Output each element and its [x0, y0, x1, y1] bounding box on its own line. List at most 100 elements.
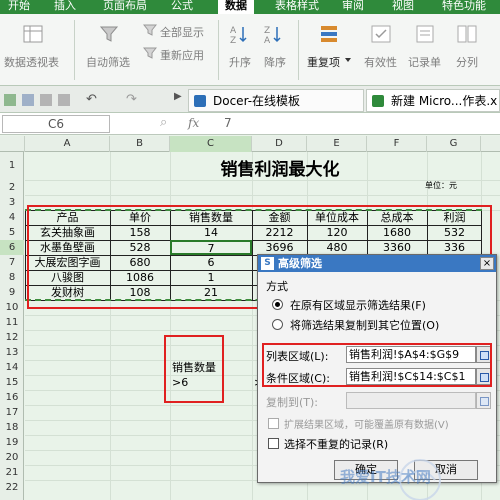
doc-tab-label: Docer-在线模板 [213, 94, 301, 108]
doc-tab-workbook[interactable]: 新建 Micro...作表.x [366, 89, 500, 112]
sort-ascending-button[interactable]: 升序 [229, 54, 251, 70]
row-header-9[interactable]: 9 [0, 285, 24, 300]
print-preview-icon[interactable] [58, 94, 70, 106]
sort-descending-icon: Z A [264, 26, 281, 44]
radio-in-place-label[interactable]: 在原有区域显示筛选结果(F) [290, 297, 426, 313]
select-all-corner[interactable] [0, 136, 25, 152]
reapply-button[interactable]: 重新应用 [160, 47, 204, 63]
highlight-criteria-range [164, 335, 224, 403]
row-header-1[interactable]: 1 [0, 152, 24, 180]
column-header-c[interactable]: C [170, 136, 252, 152]
svg-text:A: A [264, 36, 271, 44]
column-header-b[interactable]: B [110, 136, 170, 152]
row-header-2[interactable]: 2 [0, 180, 24, 195]
doc-tab-docer[interactable]: Docer-在线模板 [188, 89, 364, 112]
tab-special[interactable]: 特色功能 [434, 0, 494, 14]
expand-results-checkbox[interactable] [268, 418, 279, 429]
sheet-title: 销售利润最大化 [220, 160, 340, 180]
column-header-e[interactable]: E [307, 136, 367, 152]
validity-button[interactable]: 有效性 [364, 54, 397, 70]
separator [74, 20, 75, 80]
row-header-10[interactable]: 10 [0, 300, 24, 315]
undo-icon[interactable]: ↶ [86, 92, 97, 107]
tab-view[interactable]: 视图 [386, 0, 420, 14]
close-icon[interactable]: × [480, 257, 494, 270]
tab-page-layout[interactable]: 页面布局 [96, 0, 154, 14]
row-header-14[interactable]: 14 [0, 360, 24, 375]
tab-insert[interactable]: 插入 [48, 0, 82, 14]
row-header-19[interactable]: 19 [0, 435, 24, 450]
advanced-filter-dialog: 高级筛选 S × 方式 在原有区域显示筛选结果(F) 将筛选结果复制到其它位置(… [257, 254, 497, 483]
row-header-3[interactable]: 3 [0, 195, 24, 210]
row-header-4[interactable]: 4 [0, 210, 24, 225]
ribbon-tabs: 开始 插入 页面布局 公式 数据 表格样式 审阅 视图 特色功能 [0, 0, 500, 14]
row-header-7[interactable]: 7 [0, 255, 24, 270]
site-watermark-logo: 我爱IT技术网 [340, 459, 441, 500]
show-all-button[interactable]: 全部显示 [160, 24, 204, 40]
formula-input[interactable]: 7 [224, 116, 232, 130]
sort-descending-button[interactable]: 降序 [264, 54, 286, 70]
tab-review[interactable]: 审阅 [336, 0, 370, 14]
row-header-20[interactable]: 20 [0, 450, 24, 465]
column-headers: A B C D E F G [0, 136, 500, 152]
row-header-18[interactable]: 18 [0, 420, 24, 435]
spreadsheet-icon [372, 95, 384, 107]
gridline [25, 195, 500, 196]
dialog-title: 高级筛选 [278, 257, 322, 270]
tab-home[interactable]: 开始 [2, 0, 36, 14]
copy-to-input[interactable] [346, 392, 476, 409]
separator [298, 20, 299, 80]
radio-in-place[interactable] [272, 299, 283, 310]
print-icon[interactable] [40, 94, 52, 106]
column-header-d[interactable]: D [252, 136, 307, 152]
show-all-icon [143, 24, 157, 36]
row-header-11[interactable]: 11 [0, 315, 24, 330]
function-icon[interactable]: fx [188, 116, 199, 130]
folder-icon[interactable] [4, 94, 16, 106]
ribbon-toolbar: 数据透视表 自动筛选 全部显示 重新应用 A Z 升序 Z A 降序 重复项 有… [0, 14, 500, 86]
range-picker-icon[interactable] [476, 392, 491, 409]
unique-records-checkbox[interactable] [268, 438, 279, 449]
tab-formulas[interactable]: 公式 [166, 0, 198, 14]
row-header-22[interactable]: 22 [0, 480, 24, 495]
radio-copy-to[interactable] [272, 319, 283, 330]
watermark-text: 我爱IT技术网 [340, 468, 431, 486]
row-header-21[interactable]: 21 [0, 465, 24, 480]
column-header-f[interactable]: F [367, 136, 427, 152]
pivot-table-icon [23, 25, 43, 43]
validity-icon [371, 25, 391, 43]
record-form-button[interactable]: 记录单 [408, 54, 441, 70]
copy-to-label: 复制到(T): [266, 396, 319, 409]
autofilter-button[interactable]: 自动筛选 [86, 54, 130, 70]
svg-text:Z: Z [230, 36, 236, 44]
dialog-titlebar[interactable]: 高级筛选 [258, 255, 496, 272]
unit-label: 单位：元 [425, 181, 457, 190]
tab-table-style[interactable]: 表格样式 [268, 0, 326, 14]
row-header-16[interactable]: 16 [0, 390, 24, 405]
reapply-icon [143, 47, 157, 59]
duplicates-button[interactable]: 重复项 [307, 54, 340, 70]
row-header-13[interactable]: 13 [0, 345, 24, 360]
save-icon[interactable] [22, 94, 34, 106]
row-header-17[interactable]: 17 [0, 405, 24, 420]
zoom-icon[interactable]: ⌕ [160, 115, 167, 130]
chevron-right-icon[interactable]: ▶ [174, 91, 182, 102]
column-header-a[interactable]: A [25, 136, 110, 152]
svg-text:Z: Z [264, 26, 270, 36]
expand-results-label: 扩展结果区域，可能覆盖原有数据(V) [284, 420, 449, 431]
name-box[interactable]: C6 [2, 115, 110, 133]
sort-ascending-icon: A Z [230, 26, 247, 44]
redo-icon[interactable]: ↷ [126, 92, 137, 107]
split-column-icon [457, 25, 477, 43]
row-header-12[interactable]: 12 [0, 330, 24, 345]
row-header-5[interactable]: 5 [0, 225, 24, 240]
row-header-8[interactable]: 8 [0, 270, 24, 285]
chevron-down-icon [345, 58, 351, 62]
pivot-table-button[interactable]: 数据透视表 [4, 54, 59, 70]
row-header-6[interactable]: 6 [0, 240, 24, 255]
split-column-button[interactable]: 分列 [456, 54, 478, 70]
radio-copy-to-label[interactable]: 将筛选结果复制到其它位置(O) [290, 317, 439, 333]
row-header-15[interactable]: 15 [0, 375, 24, 390]
tab-data[interactable]: 数据 [218, 0, 254, 14]
column-header-g[interactable]: G [427, 136, 481, 152]
